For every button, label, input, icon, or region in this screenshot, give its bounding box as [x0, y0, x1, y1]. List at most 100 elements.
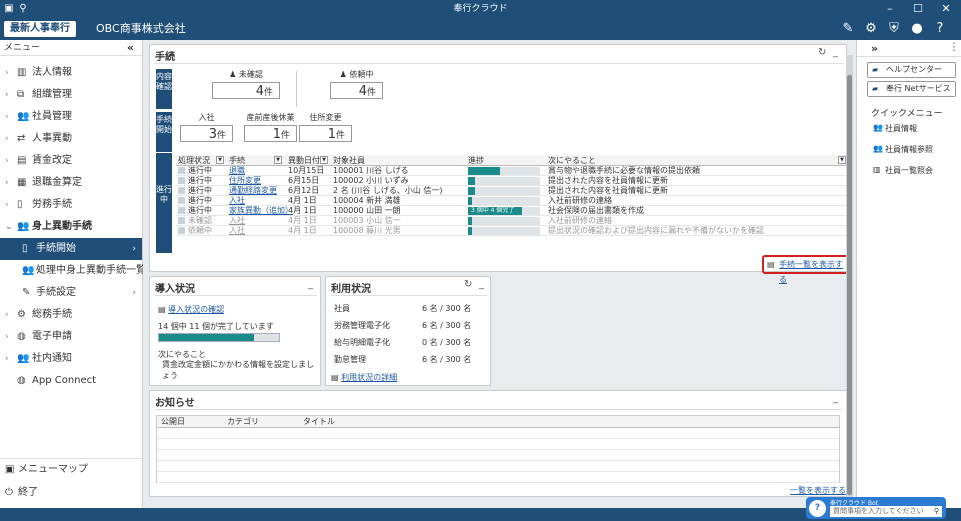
- address-change-count: 1: [327, 127, 336, 142]
- row-procedure-link[interactable]: 退職: [229, 166, 245, 176]
- row-progress-text: 3 個中 4 個完了: [471, 207, 515, 214]
- row-procedure-link[interactable]: 入社: [229, 196, 245, 206]
- minimize-panel-button[interactable]: _: [308, 279, 313, 290]
- sidebar-item-personal-change[interactable]: ⌄ 👥 身上異動手続: [0, 216, 142, 238]
- filter-next-button[interactable]: ▼: [838, 156, 846, 164]
- refresh-icon[interactable]: ↻: [818, 47, 826, 58]
- more-options-icon[interactable]: ⋮: [949, 42, 959, 53]
- news-show-all-link[interactable]: 一覧を表示する: [790, 485, 846, 496]
- quick-item-employee-info[interactable]: 👥 社員情報: [873, 123, 917, 134]
- sidebar-item-organization[interactable]: › ⧉ 組織管理: [0, 84, 142, 106]
- refresh-icon[interactable]: ↻: [464, 279, 472, 290]
- intro-check-link[interactable]: ▤ 導入状況の確認: [158, 304, 224, 315]
- user-icon[interactable]: ●: [908, 20, 926, 38]
- sidebar-item-procedure-settings[interactable]: ✎ 手続設定 ›: [0, 282, 142, 304]
- sidebar-item-label: 電子申請: [32, 331, 72, 342]
- maternity-card[interactable]: 産前産後休業 1件: [244, 113, 297, 142]
- row-date: 10月15日: [288, 166, 325, 175]
- sidebar-item-label: 退職金算定: [32, 177, 82, 188]
- unconfirmed-count: 4: [255, 84, 264, 99]
- sidebar-item-start-procedure[interactable]: ▯ 手続開始 ›: [0, 238, 142, 260]
- col-date: 異動日付: [288, 156, 320, 165]
- table-row[interactable]: 依頼中 入社 4月 1日 100008 藤川 光男 提出状況の確認および提出内容に漏れや…: [176, 226, 848, 236]
- collapse-sidebar-button[interactable]: «: [127, 40, 134, 56]
- table-row[interactable]: 進行中 家族異動（追加） 4月 1日 100000 山田 一朗 3 個中 4 個完了 社会…: [176, 206, 848, 216]
- sidebar-item-transfer[interactable]: › ⇄ 人事異動: [0, 128, 142, 150]
- minimize-panel-button[interactable]: _: [479, 279, 484, 290]
- minimize-panel-button[interactable]: _: [833, 393, 838, 404]
- app-icon: ▣: [4, 3, 14, 14]
- tab-in-progress[interactable]: 進行中: [156, 153, 172, 253]
- row-next: 賞与物や退職手続に必要な情報の提出依頼: [548, 166, 700, 175]
- usage-detail-link[interactable]: ▤ 利用状況の詳細: [331, 372, 397, 383]
- calculator-icon: ▦: [17, 177, 27, 188]
- table-row[interactable]: 未確認 入社 4月 1日 100003 小山 信一 入社前研修の連絡: [176, 216, 848, 226]
- sidebar-item-retirement[interactable]: › ▦ 退職金算定: [0, 172, 142, 194]
- filter-date-button[interactable]: ▼: [320, 156, 328, 164]
- minimize-panel-button[interactable]: _: [833, 47, 838, 58]
- table-row[interactable]: 進行中 住所変更 6月15日 100002 小川 いずみ 提出された内容を社員情報に更新: [176, 176, 848, 186]
- unconfirmed-card[interactable]: ♟ 未確認 4件: [212, 70, 280, 99]
- address-change-card[interactable]: 住所変更 1件: [299, 113, 352, 142]
- table-row[interactable]: 進行中 入社 4月 1日 100004 新井 満雄 入社前研修の連絡: [176, 196, 848, 206]
- product-logo[interactable]: 最新人事奉行: [4, 21, 76, 37]
- sidebar-item-e-application[interactable]: › ◍ 電子申請: [0, 326, 142, 348]
- sidebar-item-app-connect[interactable]: ◍ App Connect: [0, 370, 142, 392]
- main-area: 手続 ↻ _ 内容確認 手続開始 進行中 ♟ 未確認 4件 ♟ 依頼中 4件 入…: [143, 40, 856, 508]
- net-service-label: 奉行 Netサービス: [886, 84, 951, 93]
- row-procedure-link[interactable]: 入社: [229, 216, 245, 226]
- filter-procedure-button[interactable]: ▼: [274, 156, 282, 164]
- requesting-card[interactable]: ♟ 依頼中 4件: [330, 70, 383, 99]
- bot-input[interactable]: 質問事項を入力してください ⚲: [830, 506, 942, 517]
- sidebar-item-general-affairs[interactable]: › ⚙ 総務手続: [0, 304, 142, 326]
- tab-procedure-start[interactable]: 手続開始: [156, 112, 172, 152]
- table-row[interactable]: 進行中 退職 10月15日 100001 川谷 しげる 賞与物や退職手続に必要な情報の提…: [176, 166, 848, 176]
- row-next: 提出された内容を社員情報に更新: [548, 176, 668, 185]
- edit-icon[interactable]: ✎: [839, 20, 857, 38]
- news-table-header: 公開日 カテゴリ タイトル: [157, 416, 839, 428]
- tab-content-confirm[interactable]: 内容確認: [156, 69, 172, 109]
- row-date: 4月 1日: [288, 206, 317, 215]
- sidebar-item-internal-notice[interactable]: › 👥 社内通知: [0, 348, 142, 370]
- menu-map-button[interactable]: ▣ メニューマップ: [0, 458, 142, 480]
- main-scrollbar[interactable]: [846, 55, 853, 505]
- search-icon[interactable]: ⚲: [934, 506, 939, 517]
- help-center-button[interactable]: ▰ ヘルプセンター: [867, 62, 956, 78]
- chat-bot-widget[interactable]: ? 奉行クラウド Bot 質問事項を入力してください ⚲: [806, 497, 946, 519]
- row-date: 6月12日: [288, 186, 320, 195]
- sidebar-item-wage-revision[interactable]: › ▤ 賃金改定: [0, 150, 142, 172]
- sidebar-item-labor[interactable]: › ▯ 労務手続: [0, 194, 142, 216]
- shield-icon[interactable]: ⛨: [885, 20, 903, 38]
- filter-status-button[interactable]: ▼: [216, 156, 224, 164]
- row-status-text: 依頼中: [188, 226, 212, 235]
- help-icon[interactable]: ?: [931, 20, 949, 38]
- row-procedure-link[interactable]: 入社: [229, 226, 245, 236]
- sidebar-item-employees[interactable]: › 👥 社員管理: [0, 106, 142, 128]
- company-name: OBC商事株式会社: [96, 22, 186, 35]
- gear-icon[interactable]: ⚙: [862, 20, 880, 38]
- quick-item-employee-ref[interactable]: 👥 社員情報参照: [873, 144, 933, 155]
- minimize-button[interactable]: –: [876, 0, 904, 18]
- people-icon: 👥: [17, 111, 30, 122]
- maximize-button[interactable]: ☐: [904, 0, 932, 18]
- net-service-button[interactable]: ▰ 奉行 Netサービス: [867, 81, 956, 97]
- sidebar-item-corporate[interactable]: › ▥ 法人情報: [0, 62, 142, 84]
- row-procedure-link[interactable]: 通勤経路変更: [229, 186, 277, 196]
- sidebar-item-procedure-list[interactable]: 👥 処理中身上異動手続一覧: [0, 260, 146, 282]
- table-row[interactable]: 進行中 通勤経路変更 6月12日 2 名 (川谷 しげる、小山 信一) 提出された内容を…: [176, 186, 848, 196]
- row-next: 入社前研修の連絡: [548, 216, 612, 225]
- chevron-right-icon: ›: [5, 310, 9, 320]
- scrollbar-thumb[interactable]: [847, 75, 852, 495]
- row-procedure-link[interactable]: 家族異動（追加）: [229, 206, 293, 216]
- quick-item-employee-list[interactable]: ▥ 社員一覧照会: [873, 165, 933, 176]
- usage-row: 社員 6 名 / 300 名: [334, 303, 484, 314]
- exit-button[interactable]: ⏻ 終了: [0, 482, 142, 504]
- row-procedure-link[interactable]: 住所変更: [229, 176, 261, 186]
- search-add-icon[interactable]: ⚲: [17, 3, 29, 15]
- close-button[interactable]: ✕: [932, 0, 960, 18]
- joining-card[interactable]: 入社 3件: [180, 113, 233, 142]
- procedures-panel: 手続 ↻ _ 内容確認 手続開始 進行中 ♟ 未確認 4件 ♟ 依頼中 4件 入…: [149, 44, 849, 284]
- show-procedure-list-button[interactable]: ▤ 手続一覧を表示する: [762, 255, 849, 284]
- expand-panel-button[interactable]: »: [871, 42, 878, 55]
- col-progress: 進捗: [468, 156, 484, 165]
